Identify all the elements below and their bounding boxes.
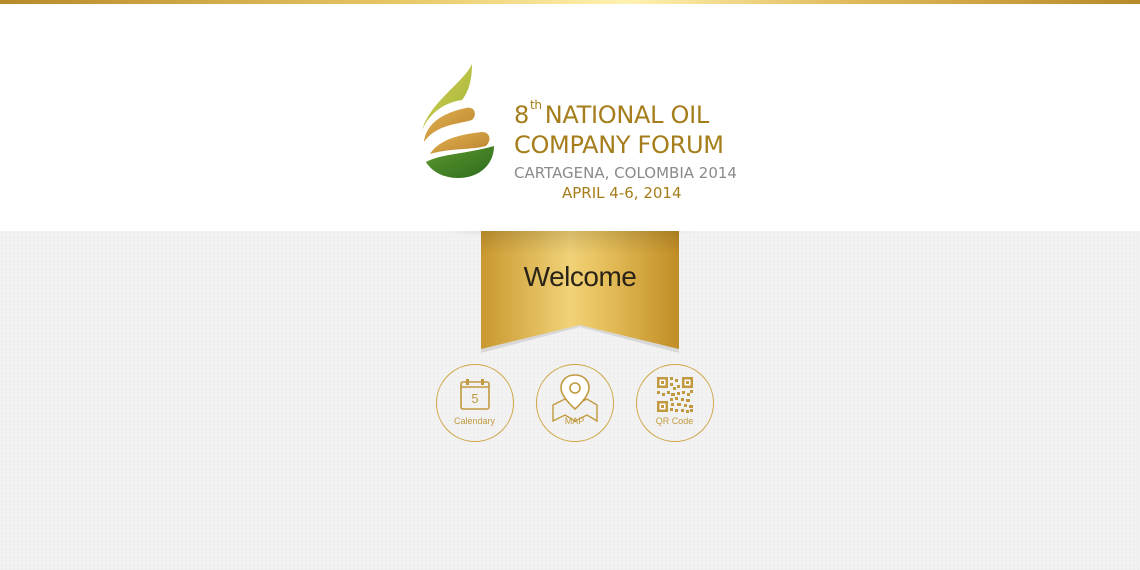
header: 8th NATIONAL OIL COMPANY FORUM CARTAGENA,… <box>0 4 1140 231</box>
event-logo: 8th NATIONAL OIL COMPANY FORUM CARTAGENA,… <box>416 62 746 202</box>
calendar-day: 5 <box>471 391 479 406</box>
logo-dates: APRIL 4-6, 2014 <box>562 184 682 202</box>
logo-location: CARTAGENA, COLOMBIA 2014 <box>514 164 737 182</box>
qr-code-icon <box>657 377 693 413</box>
map-button[interactable]: MAP <box>536 364 614 442</box>
qr-code-label: QR Code <box>655 416 694 426</box>
logo-title-line2: COMPANY FORUM <box>514 131 724 159</box>
logo-text: 8th NATIONAL OIL COMPANY FORUM CARTAGENA,… <box>514 90 754 202</box>
map-label: MAP <box>564 416 585 426</box>
nav-icons: 5 Calendary MAP QR Code <box>436 364 716 444</box>
welcome-label: Welcome <box>523 261 637 292</box>
qr-code-button[interactable]: QR Code <box>636 364 714 442</box>
calendar-label: Calendary <box>453 416 496 426</box>
oil-drop-logo-icon <box>421 64 495 178</box>
map-pin-icon <box>552 374 598 423</box>
welcome-ribbon: Welcome <box>481 231 679 357</box>
ribbon-shape <box>481 231 679 353</box>
logo-title-line1: 8th NATIONAL OIL <box>514 98 709 129</box>
calendar-button[interactable]: 5 Calendary <box>436 364 514 442</box>
